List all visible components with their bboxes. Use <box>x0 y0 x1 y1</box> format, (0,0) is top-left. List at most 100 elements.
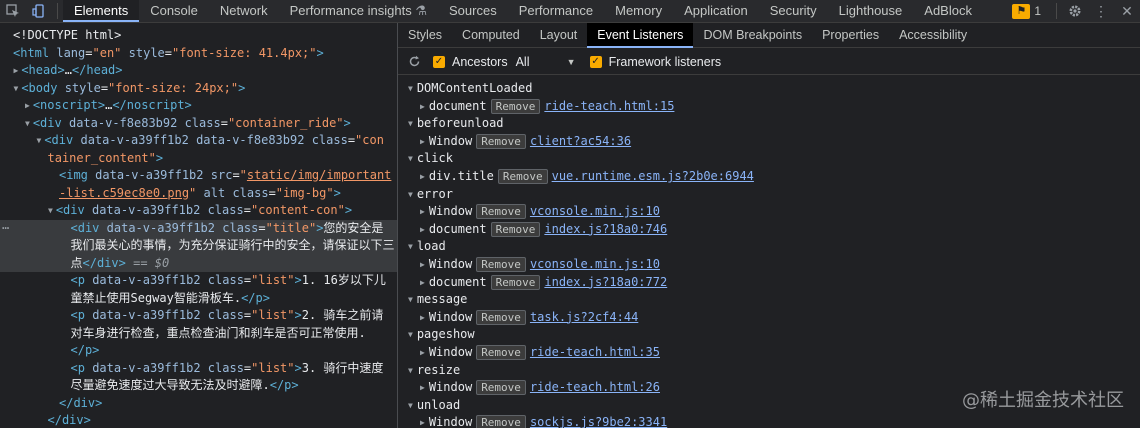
tab-application[interactable]: Application <box>673 0 759 22</box>
collapsed-triangle-icon[interactable]: ▶ <box>420 172 425 181</box>
expanded-triangle-icon[interactable]: ▼ <box>408 295 413 304</box>
expanded-triangle-icon[interactable]: ▼ <box>408 190 413 199</box>
remove-button[interactable]: Remove <box>476 257 526 272</box>
remove-button[interactable]: Remove <box>490 274 541 290</box>
expanded-triangle-icon[interactable]: ▼ <box>408 366 413 375</box>
dom-node-line[interactable]: ▶ <head>…</head> <box>14 62 123 79</box>
collapsed-triangle-icon[interactable]: ▶ <box>25 101 30 110</box>
listener-source-link[interactable]: vue.runtime.esm.js?2b0e:6944 <box>552 169 754 183</box>
listener-row[interactable]: ▶ Window Remove vconsole.min.js:10 <box>420 203 660 220</box>
listener-source-link[interactable]: client?ac54:36 <box>530 134 631 148</box>
collapsed-triangle-icon[interactable]: ▶ <box>420 313 425 322</box>
subtab-event-listeners[interactable]: Event Listeners <box>587 23 694 48</box>
issues-count[interactable]: 1 <box>1034 4 1041 18</box>
dom-node-line[interactable]: 对车身进行检查，重点检查油门和刹车是否可正常使用. <box>71 325 366 342</box>
dom-node-line[interactable]: <p data-v-a39ff1b2 class="list">3. 骑行中速度 <box>71 360 384 377</box>
remove-button[interactable]: Remove <box>476 309 526 325</box>
subtab-layout[interactable]: Layout <box>530 23 588 48</box>
event-group-resize[interactable]: ▼ resize <box>408 362 460 379</box>
tab-lighthouse[interactable]: Lighthouse <box>828 0 914 22</box>
refresh-icon[interactable] <box>408 55 421 68</box>
expanded-triangle-icon[interactable]: ▼ <box>408 119 413 128</box>
event-group-message[interactable]: ▼ message <box>408 291 467 308</box>
subtab-accessibility[interactable]: Accessibility <box>889 23 977 48</box>
listener-row[interactable]: ▶ document Remove index.js?18a0:746 <box>420 221 667 238</box>
device-toolbar-icon[interactable] <box>26 0 52 22</box>
expanded-triangle-icon[interactable]: ▼ <box>408 401 413 410</box>
subtab-dom-breakpoints[interactable]: DOM Breakpoints <box>693 23 812 48</box>
expanded-triangle-icon[interactable]: ▼ <box>408 84 413 93</box>
listener-source-link[interactable]: task.js?2cf4:44 <box>530 310 638 324</box>
event-group-click[interactable]: ▼ click <box>408 150 453 167</box>
remove-button[interactable]: Remove <box>476 345 526 360</box>
tab-sources[interactable]: Sources <box>438 0 508 22</box>
dom-node-line[interactable]: <p data-v-a39ff1b2 class="list">2. 骑车之前请 <box>71 307 384 324</box>
dom-node-line[interactable]: <div data-v-a39ff1b2 class="title">您的安全是 <box>71 220 384 237</box>
tab-memory[interactable]: Memory <box>604 0 673 22</box>
close-icon[interactable]: ✕ <box>1114 0 1140 22</box>
collapsed-triangle-icon[interactable]: ▶ <box>420 348 425 357</box>
expanded-triangle-icon[interactable]: ▼ <box>408 242 413 251</box>
listener-row[interactable]: ▶ document Remove index.js?18a0:772 <box>420 274 667 291</box>
remove-button[interactable]: Remove <box>497 169 548 184</box>
listener-row[interactable]: ▶ Window Remove task.js?2cf4:44 <box>420 309 638 326</box>
event-group-unload[interactable]: ▼ unload <box>408 397 460 414</box>
listener-filter-select[interactable]: All ▼ <box>516 55 576 69</box>
listener-source-link[interactable]: vconsole.min.js:10 <box>530 257 660 271</box>
ancestors-checkbox[interactable]: ✓ <box>433 55 445 68</box>
remove-button[interactable]: Remove <box>476 204 526 220</box>
collapsed-triangle-icon[interactable]: ▶ <box>14 66 19 75</box>
dom-node-line[interactable]: ▼ <div data-v-a39ff1b2 class="content-con… <box>48 202 352 219</box>
more-actions-icon[interactable]: … <box>2 218 9 232</box>
issues-icon[interactable]: ⚑ <box>1012 3 1031 19</box>
tab-console[interactable]: Console <box>139 0 209 22</box>
dom-node-line[interactable]: ▼ <div data-v-f8e83b92 class="container_r… <box>25 115 351 132</box>
dom-node-line[interactable]: -list.c59ec8e0.png" alt class="img-bg"> <box>59 185 341 202</box>
collapsed-triangle-icon[interactable]: ▶ <box>420 418 425 427</box>
expanded-triangle-icon[interactable]: ▼ <box>408 154 413 163</box>
more-options-icon[interactable]: ⋮ <box>1088 0 1114 22</box>
tab-performance-insights[interactable]: Performance insights ⚗ <box>279 0 438 22</box>
listener-source-link[interactable]: vconsole.min.js:10 <box>530 204 660 218</box>
expanded-triangle-icon[interactable]: ▼ <box>37 136 42 145</box>
remove-button[interactable]: Remove <box>490 98 541 114</box>
remove-button[interactable]: Remove <box>476 380 526 396</box>
collapsed-triangle-icon[interactable]: ▶ <box>420 383 425 392</box>
listener-source-link[interactable]: index.js?18a0:772 <box>544 275 667 289</box>
collapsed-triangle-icon[interactable]: ▶ <box>420 102 425 111</box>
listener-row[interactable]: ▶ Window Remove sockjs.js?9be2:3341 <box>420 414 667 428</box>
dom-node-line[interactable]: </div> <box>59 395 102 412</box>
framework-listeners-checkbox[interactable]: ✓ <box>589 55 602 68</box>
collapsed-triangle-icon[interactable]: ▶ <box>420 137 425 146</box>
collapsed-triangle-icon[interactable]: ▶ <box>420 225 425 234</box>
expanded-triangle-icon[interactable]: ▼ <box>408 330 413 339</box>
remove-button[interactable]: Remove <box>490 221 541 237</box>
listener-row[interactable]: ▶ Window Remove ride-teach.html:26 <box>420 379 660 396</box>
dom-node-line[interactable]: ▶ <noscript>…</noscript> <box>25 97 192 114</box>
dom-node-line[interactable]: <img data-v-a39ff1b2 src="static/img/imp… <box>59 167 391 184</box>
event-group-error[interactable]: ▼ error <box>408 186 453 203</box>
tab-performance[interactable]: Performance <box>508 0 604 22</box>
remove-button[interactable]: Remove <box>476 415 526 428</box>
listener-source-link[interactable]: sockjs.js?9be2:3341 <box>530 415 667 428</box>
expanded-triangle-icon[interactable]: ▼ <box>14 84 19 93</box>
remove-button[interactable]: Remove <box>476 133 526 149</box>
listener-row[interactable]: ▶ Window Remove ride-teach.html:35 <box>420 344 660 361</box>
dom-node-line[interactable]: tainer_content"> <box>48 150 164 167</box>
event-group-domcontentloaded[interactable]: ▼ DOMContentLoaded <box>408 80 532 97</box>
event-group-pageshow[interactable]: ▼ pageshow <box>408 326 475 343</box>
dom-node-line[interactable]: ▼ <div data-v-a39ff1b2 data-v-f8e83b92 cl… <box>37 132 384 149</box>
listener-row[interactable]: ▶ Window Remove vconsole.min.js:10 <box>420 256 660 273</box>
dom-node-line[interactable]: </p> <box>71 342 100 359</box>
subtab-properties[interactable]: Properties <box>812 23 889 48</box>
dom-node-line[interactable]: <p data-v-a39ff1b2 class="list">1. 16岁以下… <box>71 272 386 289</box>
collapsed-triangle-icon[interactable]: ▶ <box>420 260 425 269</box>
listener-source-link[interactable]: index.js?18a0:746 <box>544 222 667 236</box>
expanded-triangle-icon[interactable]: ▼ <box>48 206 53 215</box>
dom-node-line[interactable]: 童禁止使用Segway智能滑板车.</p> <box>71 290 270 307</box>
dom-node-line[interactable]: <html lang="en" style="font-size: 41.4px… <box>13 45 324 62</box>
listener-row[interactable]: ▶ div.title Remove vue.runtime.esm.js?2b0e:… <box>420 168 754 185</box>
listener-source-link[interactable]: ride-teach.html:15 <box>544 99 674 113</box>
subtab-styles[interactable]: Styles <box>398 23 452 48</box>
listener-row[interactable]: ▶ Window Remove client?ac54:36 <box>420 133 631 150</box>
